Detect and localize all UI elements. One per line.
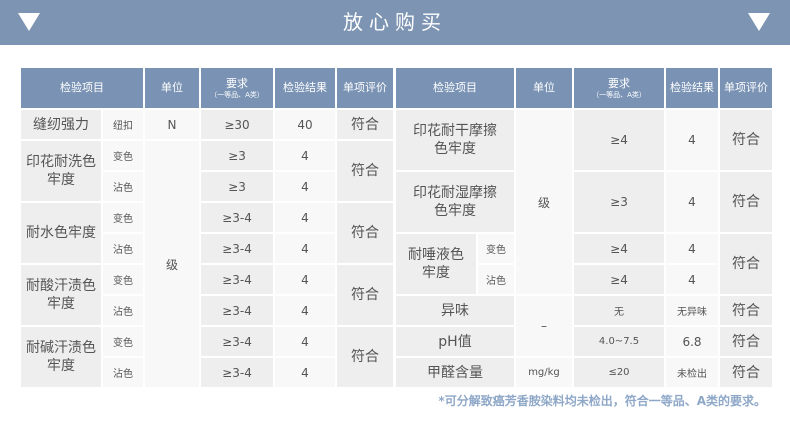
item-sub: 变色 xyxy=(103,203,143,232)
page-title: 放心购买 xyxy=(343,10,447,34)
unit-cell: 级 xyxy=(516,110,572,294)
item-name: 耐水色牢度 xyxy=(21,203,101,263)
eval-cell: 符合 xyxy=(720,327,772,356)
footnote: *可分解致癌芳香胺染料均未检出，符合一等品、A类的要求。 xyxy=(438,394,766,408)
req-cell: ≥3 xyxy=(201,141,273,170)
triangle-down-icon xyxy=(748,13,770,31)
result-cell: 4 xyxy=(275,358,335,387)
item-name: 耐唾液色牢度 xyxy=(396,234,476,294)
result-cell: 4 xyxy=(275,265,335,294)
result-cell: 4 xyxy=(275,327,335,356)
header-req: 要求 （一等品、A类） xyxy=(574,68,664,108)
req-cell: ≥3-4 xyxy=(201,296,273,325)
header-req-label: 要求 xyxy=(608,76,630,90)
title-banner: 放心购买 xyxy=(0,0,790,45)
item-name: 印花耐洗色牢度 xyxy=(21,141,101,201)
item-name: 印花耐干摩擦色牢度 xyxy=(396,110,514,170)
item-name: 异味 xyxy=(396,296,514,325)
header-req-sub: （一等品、A类） xyxy=(592,90,646,99)
result-cell: 4 xyxy=(666,234,718,263)
result-cell: 40 xyxy=(275,110,335,139)
item-name: 耐酸汗渍色牢度 xyxy=(21,265,101,325)
item-sub: 变色 xyxy=(103,327,143,356)
result-cell: 无异味 xyxy=(666,296,718,325)
req-cell: ≥30 xyxy=(201,110,273,139)
req-cell: ≥3-4 xyxy=(201,265,273,294)
req-cell: ≥3-4 xyxy=(201,203,273,232)
eval-cell: 符合 xyxy=(337,265,393,325)
unit-cell: N xyxy=(145,110,199,139)
eval-cell: 符合 xyxy=(337,327,393,387)
header-eval: 单项评价 xyxy=(720,68,772,108)
header-result: 检验结果 xyxy=(666,68,718,108)
eval-cell: 符合 xyxy=(720,234,772,294)
item-name: 印花耐湿摩擦色牢度 xyxy=(396,172,514,232)
item-sub: 沾色 xyxy=(478,265,514,294)
eval-cell: 符合 xyxy=(337,110,393,139)
item-name: 缝纫强力 xyxy=(21,110,101,139)
item-sub: 沾色 xyxy=(103,172,143,201)
req-cell: ≥4 xyxy=(574,110,664,170)
result-cell: 4 xyxy=(275,141,335,170)
result-cell: 4 xyxy=(275,203,335,232)
result-cell: 4 xyxy=(275,234,335,263)
header-req-sub: （一等品、A类） xyxy=(210,90,264,99)
header-unit: 单位 xyxy=(145,68,199,108)
req-cell: ≥3-4 xyxy=(201,234,273,263)
item-sub: 变色 xyxy=(103,141,143,170)
req-cell: ≥3 xyxy=(201,172,273,201)
left-test-table: 检验项目 单位 要求 （一等品、A类） 检验结果 单项评价 缝纫强力 纽扣 N ≥… xyxy=(19,66,395,389)
result-cell: 未检出 xyxy=(666,358,718,387)
eval-cell: 符合 xyxy=(720,110,772,170)
result-cell: 6.8 xyxy=(666,327,718,356)
result-cell: 4 xyxy=(666,172,718,232)
right-test-table: 检验项目 单位 要求 （一等品、A类） 检验结果 单项评价 印花耐干摩擦色牢度 级… xyxy=(394,66,774,389)
item-name: 耐碱汗渍色牢度 xyxy=(21,327,101,387)
unit-cell: – xyxy=(516,296,572,356)
item-name: 甲醛含量 xyxy=(396,358,514,387)
eval-cell: 符合 xyxy=(720,358,772,387)
item-sub: 沾色 xyxy=(103,296,143,325)
header-eval: 单项评价 xyxy=(337,68,393,108)
header-result: 检验结果 xyxy=(275,68,335,108)
item-sub: 纽扣 xyxy=(103,110,143,139)
req-cell: ≥3-4 xyxy=(201,358,273,387)
req-cell: ≥3 xyxy=(574,172,664,232)
req-cell: ≥4 xyxy=(574,234,664,263)
eval-cell: 符合 xyxy=(337,141,393,201)
unit-cell: 级 xyxy=(145,141,199,387)
item-sub: 变色 xyxy=(103,265,143,294)
item-sub: 沾色 xyxy=(103,358,143,387)
item-sub: 变色 xyxy=(478,234,514,263)
header-req-label: 要求 xyxy=(226,76,248,90)
result-cell: 4 xyxy=(666,265,718,294)
eval-cell: 符合 xyxy=(720,172,772,232)
req-cell: ≥3-4 xyxy=(201,327,273,356)
req-cell: ≤20 xyxy=(574,358,664,387)
req-cell: ≥4 xyxy=(574,265,664,294)
eval-cell: 符合 xyxy=(720,296,772,325)
eval-cell: 符合 xyxy=(337,203,393,263)
header-item: 检验项目 xyxy=(21,68,143,108)
header-item: 检验项目 xyxy=(396,68,514,108)
result-cell: 4 xyxy=(275,296,335,325)
unit-cell: mg/kg xyxy=(516,358,572,387)
item-name: pH值 xyxy=(396,327,514,356)
result-cell: 4 xyxy=(666,110,718,170)
req-cell: 4.0~7.5 xyxy=(574,327,664,356)
req-cell: 无 xyxy=(574,296,664,325)
result-cell: 4 xyxy=(275,172,335,201)
header-unit: 单位 xyxy=(516,68,572,108)
header-req: 要求 （一等品、A类） xyxy=(201,68,273,108)
item-sub: 沾色 xyxy=(103,234,143,263)
